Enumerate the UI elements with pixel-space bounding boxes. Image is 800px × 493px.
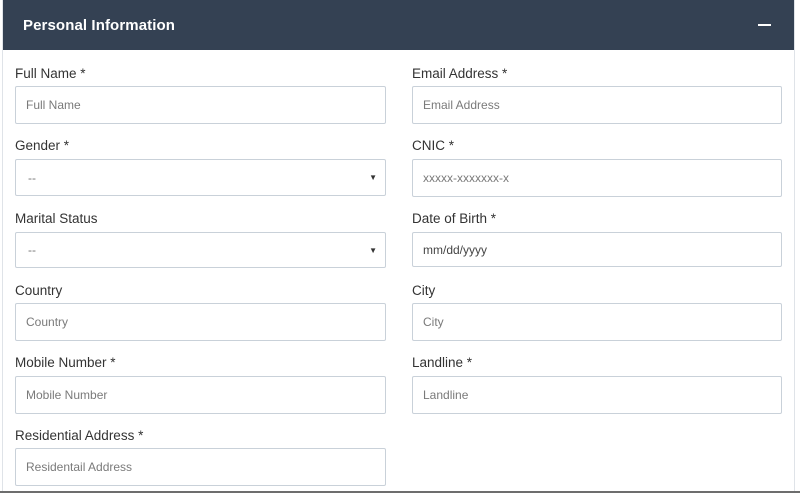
country-input[interactable]: [15, 303, 386, 341]
country-label: Country: [15, 283, 63, 298]
gender-select[interactable]: -- ▼: [15, 159, 386, 196]
mobile-label: Mobile Number *: [15, 355, 116, 370]
caret-down-icon: ▼: [369, 245, 377, 255]
minus-icon: [757, 24, 771, 26]
email-input[interactable]: [412, 86, 782, 124]
email-label: Email Address *: [412, 66, 508, 81]
panel-header[interactable]: Personal Information: [3, 0, 794, 50]
mobile-input[interactable]: [15, 376, 386, 414]
cnic-label: CNIC *: [412, 138, 455, 153]
dob-label: Date of Birth *: [412, 211, 497, 226]
dob-input[interactable]: mm/dd/yyyy: [412, 232, 782, 267]
address-label: Residential Address *: [15, 428, 144, 443]
collapse-button[interactable]: [754, 15, 774, 35]
landline-input[interactable]: [412, 376, 782, 414]
personal-information-panel: Personal Information Full Name * Email A…: [2, 0, 795, 493]
city-label: City: [412, 283, 436, 298]
dob-value: mm/dd/yyyy: [423, 242, 488, 257]
marital-status-selected-value: --: [28, 243, 36, 257]
address-input[interactable]: [15, 448, 386, 486]
caret-down-icon: ▼: [369, 173, 377, 182]
landline-label: Landline *: [412, 355, 473, 370]
full-name-label: Full Name *: [15, 66, 86, 81]
gender-selected-value: --: [28, 170, 36, 185]
full-name-input[interactable]: [15, 86, 386, 124]
panel-title: Personal Information: [23, 16, 176, 34]
marital-status-label: Marital Status: [15, 211, 98, 226]
gender-label: Gender *: [15, 138, 70, 153]
city-input[interactable]: [412, 303, 782, 341]
cnic-input[interactable]: [412, 159, 782, 197]
marital-status-select[interactable]: -- ▼: [15, 232, 386, 268]
